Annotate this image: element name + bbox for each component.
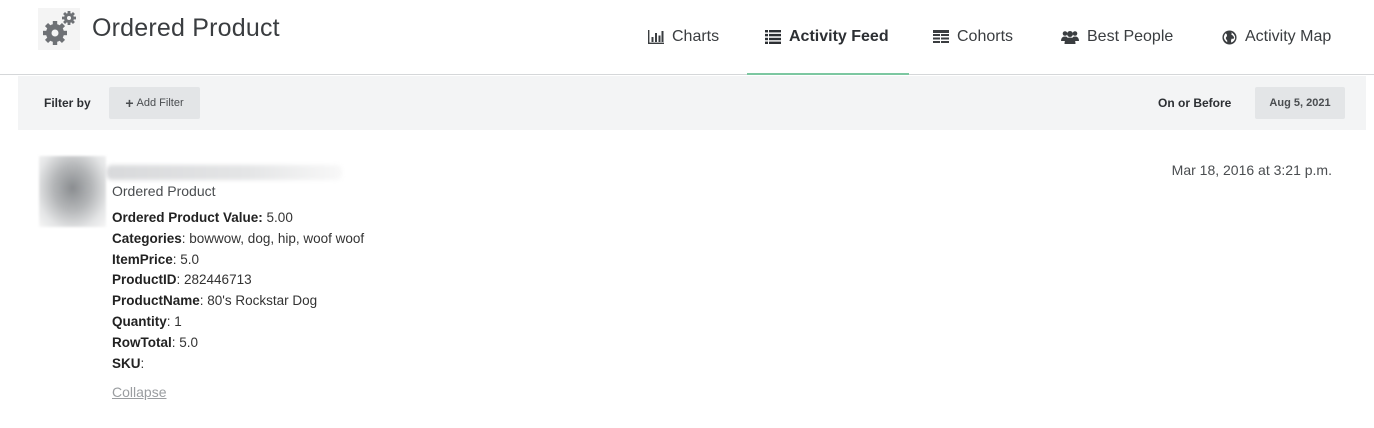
property-row: SKU:	[112, 354, 364, 375]
filter-by-label: Filter by	[44, 96, 91, 110]
tab-activity-feed-label: Activity Feed	[789, 28, 889, 45]
add-filter-label: Add Filter	[136, 97, 184, 109]
list-icon	[765, 30, 781, 44]
avatar[interactable]	[39, 156, 106, 227]
property-key: SKU	[112, 355, 141, 371]
property-row: ProductName: 80's Rockstar Dog	[112, 291, 364, 312]
event-name: Ordered Product	[112, 183, 216, 199]
property-value: : 5.0	[172, 251, 200, 267]
property-row: Quantity: 1	[112, 312, 364, 333]
property-key: ProductID	[112, 272, 177, 288]
property-row: Categories: bowwow, dog, hip, woof woof	[112, 229, 364, 250]
user-name-redacted[interactable]	[106, 165, 342, 180]
top-header: Ordered Product Charts Activity Feed Coh…	[0, 0, 1374, 75]
property-key: ItemPrice	[112, 251, 173, 267]
tab-activity-map[interactable]: Activity Map	[1222, 0, 1331, 74]
plus-icon: +	[125, 94, 134, 111]
property-value: : 1	[166, 313, 182, 329]
property-value: :	[140, 355, 145, 371]
gears-icon	[38, 8, 80, 50]
page-title: Ordered Product	[92, 14, 280, 42]
bar-chart-icon	[648, 30, 664, 44]
property-row: RowTotal: 5.0	[112, 333, 364, 354]
table-icon	[933, 30, 949, 43]
property-value: : 80's Rockstar Dog	[199, 293, 318, 309]
property-value: 5.00	[262, 210, 293, 225]
property-key: ProductName	[112, 293, 200, 309]
property-row: Ordered Product Value: 5.00	[112, 208, 364, 229]
globe-icon	[1222, 29, 1237, 45]
tab-best-people[interactable]: Best People	[1061, 0, 1173, 74]
tab-cohorts-label: Cohorts	[957, 28, 1014, 45]
tab-activity-map-label: Activity Map	[1245, 28, 1332, 45]
property-value: : bowwow, dog, hip, woof woof	[181, 230, 365, 246]
property-key: RowTotal	[112, 334, 172, 350]
tab-activity-feed[interactable]: Activity Feed	[747, 0, 909, 75]
tab-charts[interactable]: Charts	[648, 0, 719, 74]
event-properties: Ordered Product Value: 5.00 Categories: …	[112, 208, 364, 374]
property-key: Categories	[112, 230, 182, 246]
property-key: Ordered Product Value:	[112, 210, 263, 225]
property-row: ProductID: 282446713	[112, 270, 364, 291]
property-row: ItemPrice: 5.0	[112, 250, 364, 271]
property-value: : 282446713	[176, 272, 252, 288]
tab-best-people-label: Best People	[1087, 28, 1174, 45]
tab-charts-label: Charts	[672, 28, 720, 45]
property-value: : 5.0	[171, 334, 199, 350]
event-timestamp: Mar 18, 2016 at 3:21 p.m.	[1171, 162, 1332, 178]
users-icon	[1061, 31, 1079, 44]
on-or-before-label: On or Before	[1158, 96, 1232, 110]
add-filter-button[interactable]: + Add Filter	[109, 87, 200, 119]
date-picker-button[interactable]: Aug 5, 2021	[1255, 87, 1345, 119]
property-key: Quantity	[112, 313, 167, 329]
filter-bar: Filter by + Add Filter On or Before Aug …	[18, 76, 1366, 130]
collapse-link[interactable]: Collapse	[112, 384, 166, 400]
tab-cohorts[interactable]: Cohorts	[933, 0, 1013, 74]
